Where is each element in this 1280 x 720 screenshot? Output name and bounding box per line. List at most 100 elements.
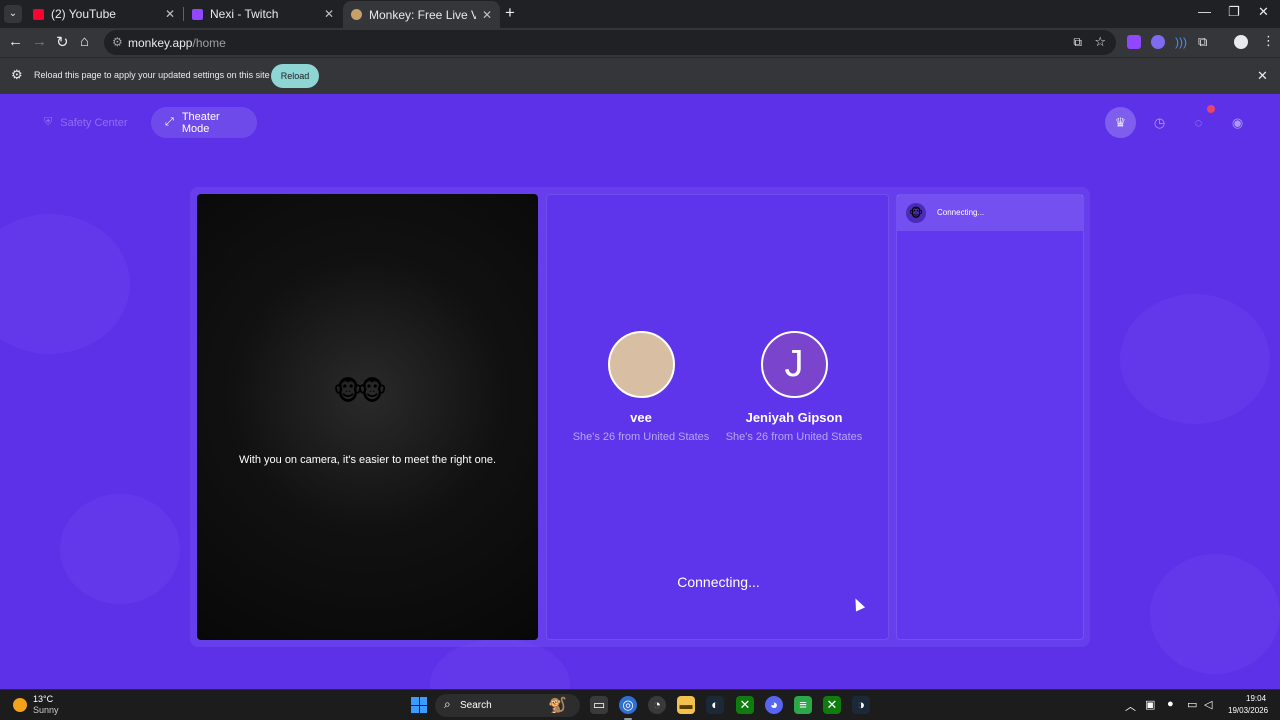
monkey-icon	[351, 9, 362, 20]
chat-status-row: 🐵 Connecting...	[897, 195, 1083, 231]
tab-label: Nexi - Twitch	[210, 7, 279, 21]
tab-monkey[interactable]: Monkey: Free Live Video Ch ✕	[343, 1, 500, 28]
tray-chevron-icon[interactable]: ︿	[1125, 698, 1136, 714]
maximize-button[interactable]: ❐	[1228, 4, 1240, 20]
match-subtitle: She's 26 from United States	[725, 431, 863, 443]
discord-icon[interactable]: ◕	[765, 696, 783, 714]
theater-mode-button[interactable]: ⤢ Theater Mode	[151, 107, 257, 138]
weather-temperature: 13°C	[33, 694, 54, 704]
background-blob	[0, 214, 130, 354]
reload-icon[interactable]: ↻	[56, 33, 69, 51]
network-icon[interactable]: ▭	[1187, 698, 1197, 711]
taskbar-search[interactable]: ⌕ Search 🐒	[435, 694, 580, 717]
steam-icon[interactable]: ◐	[706, 696, 724, 714]
background-blob	[1120, 294, 1270, 424]
site-info-icon[interactable]: ⚙	[112, 35, 123, 49]
search-highlight-icon: 🐒	[548, 697, 567, 714]
url-text: monkey.app/home	[128, 36, 226, 50]
xbox-app-icon[interactable]: ✕	[823, 696, 841, 714]
match-profile[interactable]: J Jeniyah Gipson She's 26 from United St…	[714, 331, 874, 443]
close-window-button[interactable]: ✕	[1258, 4, 1269, 20]
browser-toolbar: ← → ↻ ⌂ ⚙ monkey.app/home ⧉ ☆ ))) ⧉ ⋮	[0, 28, 1280, 57]
chat-bubble-icon: ◌	[1194, 115, 1203, 130]
infobar-close-icon[interactable]: ✕	[1257, 68, 1268, 84]
minimize-button[interactable]: —	[1198, 4, 1211, 19]
bookmark-star-icon[interactable]: ☆	[1094, 34, 1106, 50]
chat-status-text: Connecting...	[937, 208, 985, 217]
match-name: vee	[630, 410, 652, 425]
profile-avatar[interactable]	[1234, 35, 1248, 49]
windows-taskbar: 13°C Sunny ⌕ Search 🐒 ▭ ◎ ◔ ▬ ◐ ✕ ◕ ≡ ✕ …	[0, 689, 1280, 720]
youtube-icon	[33, 8, 44, 20]
expand-icon: ⤢	[165, 116, 174, 128]
search-label: Search	[460, 700, 492, 711]
match-profile[interactable]: vee She's 26 from United States	[561, 331, 721, 443]
install-icon[interactable]: ⧉	[1073, 35, 1082, 50]
task-view-icon[interactable]: ▭	[590, 696, 608, 714]
new-tab-button[interactable]: +	[505, 3, 515, 23]
background-blob	[60, 494, 180, 604]
tab-search-button[interactable]: ⌄	[4, 5, 22, 23]
avatar	[607, 331, 675, 398]
tab-close-icon[interactable]: ✕	[324, 7, 334, 21]
shield-icon: ⛨	[44, 116, 53, 128]
avatar: J	[760, 331, 828, 398]
tab-youtube[interactable]: (2) YouTube ✕	[25, 2, 183, 26]
profile-button[interactable]: ◉	[1222, 107, 1253, 138]
reload-infobar: ⚙ Reload this page to apply your updated…	[0, 57, 1280, 94]
monkey-avatar-icon: 🐵	[906, 203, 926, 223]
extension-icon[interactable]	[1151, 35, 1165, 49]
camera-preview: 🐵🐵 With you on camera, it's easier to me…	[197, 194, 538, 640]
back-icon[interactable]: ←	[8, 33, 23, 50]
monkey-page: ⛨ Safety Center ⤢ Theater Mode ♛ ◷ ◌ ◉ 🐵…	[0, 94, 1280, 689]
tab-twitch[interactable]: Nexi - Twitch ✕	[184, 2, 342, 26]
tab-close-icon[interactable]: ✕	[482, 8, 492, 22]
tab-strip: ⌄ (2) YouTube ✕ Nexi - Twitch ✕ Monkey: …	[0, 0, 1280, 28]
windows-start-icon[interactable]	[411, 697, 427, 713]
background-blob	[1150, 554, 1280, 674]
monkey-mascot-icon: 🐵🐵	[333, 376, 387, 406]
tray-app-icon[interactable]: ▣	[1145, 698, 1155, 711]
crown-button[interactable]: ♛	[1105, 107, 1136, 138]
match-panel: vee She's 26 from United States J Jeniya…	[546, 194, 889, 640]
chat-panel: 🐵 Connecting...	[896, 194, 1084, 640]
menu-kebab-icon[interactable]: ⋮	[1262, 33, 1275, 49]
monkey-avatar-icon: ◉	[1231, 114, 1244, 130]
camera-message: With you on camera, it's easier to meet …	[238, 454, 497, 466]
extensions-puzzle-icon[interactable]: ⧉	[1198, 34, 1207, 50]
clock-icon: ◷	[1153, 114, 1166, 130]
notification-badge	[1207, 105, 1215, 113]
safety-center-label: Safety Center	[60, 116, 128, 129]
history-button[interactable]: ◷	[1144, 107, 1175, 138]
twitch-extension-icon[interactable]	[1127, 35, 1141, 49]
clock-time[interactable]: 19:04	[1246, 694, 1266, 703]
home-icon[interactable]: ⌂	[80, 33, 89, 50]
twitch-icon	[192, 8, 203, 20]
tab-label: Monkey: Free Live Video Ch	[369, 7, 476, 22]
xbox-icon[interactable]: ✕	[736, 696, 754, 714]
connecting-status: Connecting...	[677, 574, 760, 590]
safety-center-button[interactable]: ⛨ Safety Center	[30, 107, 142, 138]
chrome-icon[interactable]: ◎	[619, 696, 637, 714]
settings-gear-icon: ⚙	[11, 67, 23, 82]
obs-icon[interactable]: ◔	[648, 696, 666, 714]
forward-icon[interactable]: →	[32, 33, 47, 50]
notepad-icon[interactable]: ≡	[794, 696, 812, 714]
steam-app-icon[interactable]: ◑	[852, 696, 870, 714]
file-explorer-icon[interactable]: ▬	[677, 696, 695, 714]
crown-icon: ♛	[1114, 114, 1127, 130]
audio-extension-icon[interactable]: )))	[1175, 35, 1189, 49]
reload-button[interactable]: Reload	[271, 64, 319, 88]
infobar-message: Reload this page to apply your updated s…	[34, 70, 270, 80]
match-name: Jeniyah Gipson	[745, 410, 843, 425]
theater-mode-label: Theater Mode	[181, 110, 220, 135]
volume-icon[interactable]: ◁	[1204, 698, 1212, 711]
microphone-icon[interactable]: ●	[1167, 698, 1174, 710]
match-subtitle: She's 26 from United States	[572, 431, 710, 443]
address-bar[interactable]: ⚙ monkey.app/home ⧉ ☆	[104, 30, 1116, 55]
weather-description: Sunny	[33, 705, 59, 715]
clock-date[interactable]: 19/03/2026	[1228, 706, 1268, 715]
search-icon: ⌕	[444, 697, 451, 711]
tab-close-icon[interactable]: ✕	[165, 7, 175, 21]
weather-sun-icon[interactable]	[13, 698, 27, 712]
